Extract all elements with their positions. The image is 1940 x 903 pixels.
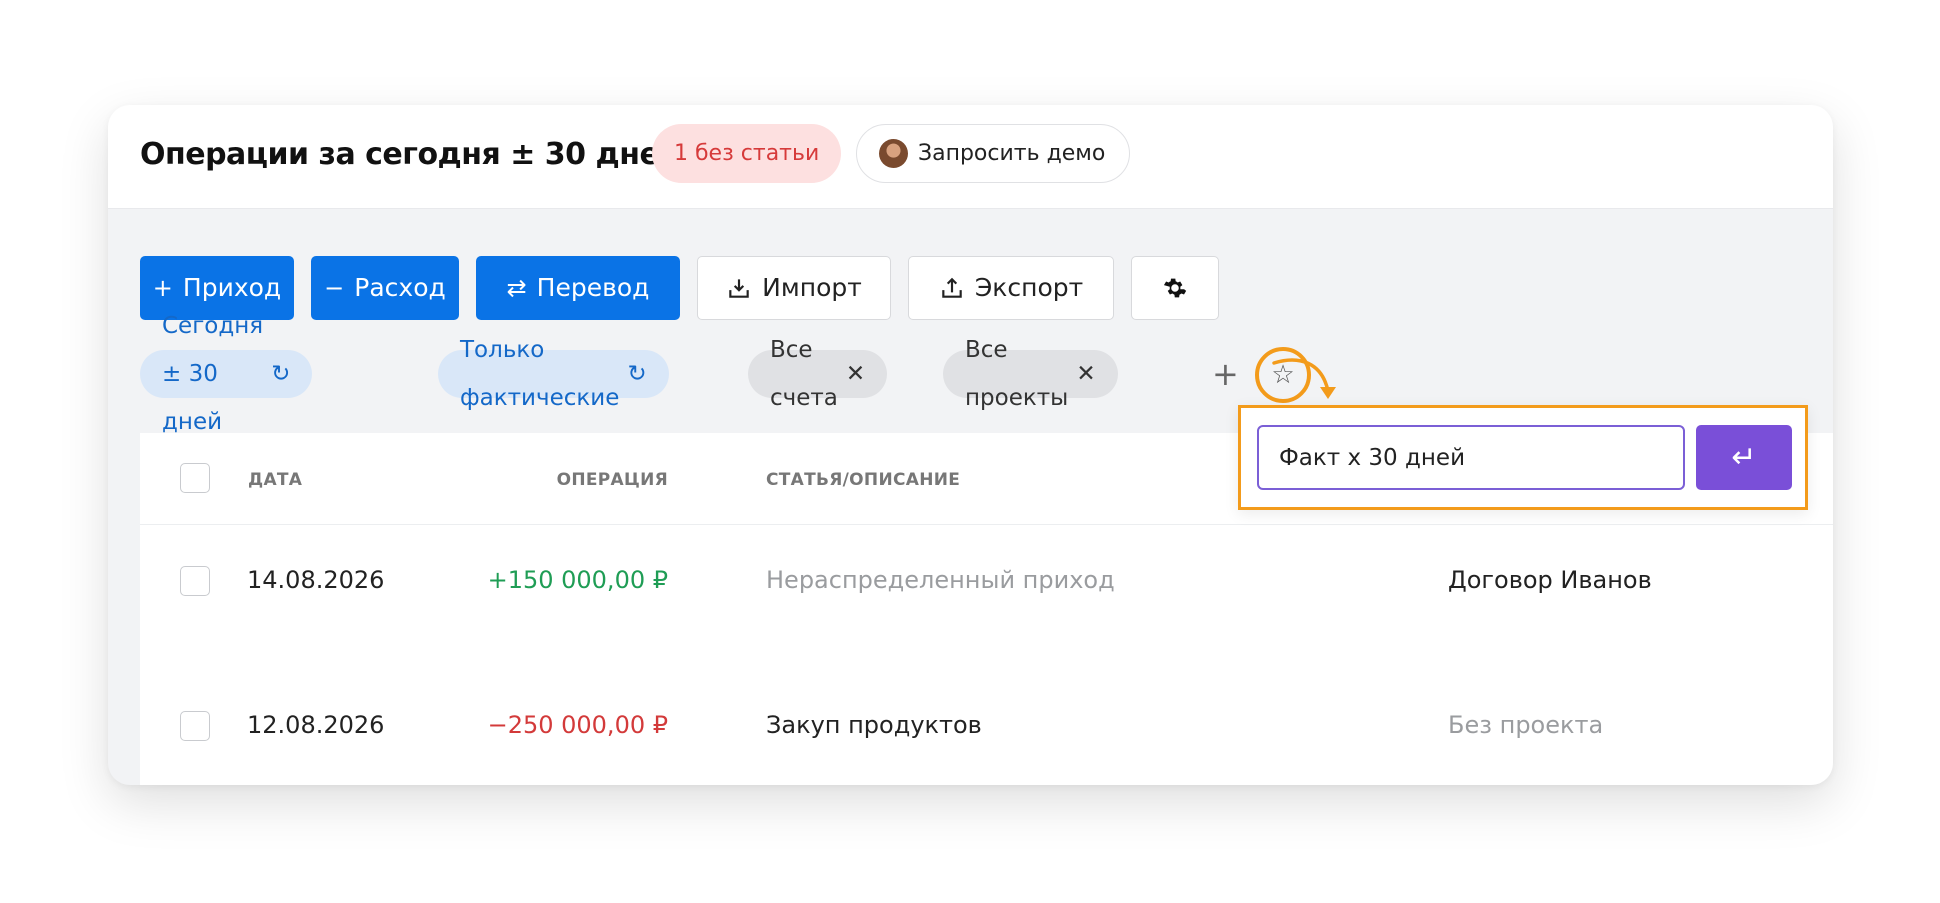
add-transfer-button[interactable]: ⇄ Перевод (476, 256, 680, 320)
filter-chip-label: Все проекты (965, 337, 1069, 411)
filter-chip-projects[interactable]: Все проекты ✕ (943, 337, 1118, 411)
page-header: Операции за сегодня ± 30 дней 1 без стат… (108, 105, 1833, 209)
add-transfer-label: Перевод (536, 273, 650, 302)
filter-chip-period[interactable]: Сегодня ± 30 дней ↻ (140, 313, 313, 435)
column-description[interactable]: СТАТЬЯ/ОПИСАНИЕ (766, 470, 960, 490)
enter-icon: ↵ (1731, 440, 1757, 475)
save-filter-submit-button[interactable]: ↵ (1696, 425, 1792, 490)
avatar (879, 139, 908, 168)
row-amount: −250 000,00 ₽ (487, 711, 668, 739)
row-date: 12.08.2026 (247, 711, 385, 739)
row-project[interactable]: Договор Иванов (1448, 566, 1652, 594)
filter-chip-label: Все счета (770, 337, 838, 411)
page-title: Операции за сегодня ± 30 дней (140, 137, 680, 172)
row-date: 14.08.2026 (247, 566, 385, 594)
row-description[interactable]: Закуп продуктов (766, 711, 982, 739)
filter-chip-label: Сегодня ± 30 дней (162, 313, 264, 435)
remove-icon[interactable]: ✕ (846, 350, 865, 398)
import-button[interactable]: Импорт (697, 256, 891, 320)
row-checkbox[interactable] (180, 711, 210, 741)
table-row[interactable]: 12.08.2026 −250 000,00 ₽ Закуп продуктов… (140, 671, 1833, 785)
filter-chip-label: Только фактические (460, 337, 620, 411)
reset-icon[interactable]: ↻ (271, 350, 290, 398)
export-label: Экспорт (974, 273, 1084, 302)
minus-icon: − (324, 274, 345, 302)
add-filter-button[interactable]: + (1212, 356, 1239, 392)
add-expense-button[interactable]: − Расход (311, 256, 459, 320)
column-operation[interactable]: ОПЕРАЦИЯ (557, 470, 668, 490)
table-row[interactable]: 14.08.2026 +150 000,00 ₽ Нераспределенны… (140, 526, 1833, 671)
row-checkbox[interactable] (180, 566, 210, 596)
row-project[interactable]: Без проекта (1448, 711, 1603, 739)
request-demo-button[interactable]: Запросить демо (856, 124, 1131, 183)
column-date[interactable]: ДАТА (248, 470, 302, 490)
filter-chip-accounts[interactable]: Все счета ✕ (748, 337, 888, 411)
import-label: Импорт (762, 273, 862, 302)
row-description[interactable]: Нераспределенный приход (766, 566, 1115, 594)
filter-name-input[interactable] (1257, 425, 1685, 490)
import-icon (729, 279, 749, 298)
uncategorized-badge[interactable]: 1 без статьи (652, 124, 842, 183)
export-button[interactable]: Экспорт (908, 256, 1114, 320)
reset-icon[interactable]: ↻ (627, 350, 646, 398)
select-all-checkbox[interactable] (180, 463, 210, 493)
request-demo-label: Запросить демо (918, 140, 1106, 166)
export-icon (942, 277, 962, 298)
remove-icon[interactable]: ✕ (1076, 350, 1095, 398)
save-filter-popover: ↵ (1238, 405, 1808, 510)
transfer-icon: ⇄ (506, 274, 527, 302)
row-amount: +150 000,00 ₽ (487, 566, 668, 594)
gear-icon (1163, 278, 1187, 298)
add-expense-label: Расход (354, 273, 446, 302)
filter-chip-actual-only[interactable]: Только фактические ↻ (438, 337, 669, 411)
settings-button[interactable] (1131, 256, 1219, 320)
